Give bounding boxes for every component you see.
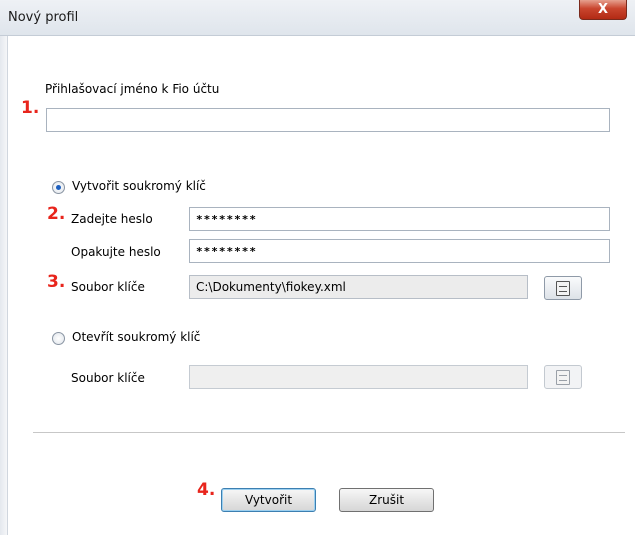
step-marker-4: 4. [197,480,216,500]
window-left-border [0,36,8,535]
cancel-button[interactable]: Zrušit [339,488,434,512]
password-value: ******** [196,212,257,226]
open-key-file-path [189,365,528,389]
title-bar: Nový profil X [0,0,635,36]
repeat-password-input[interactable]: ******** [189,239,610,263]
step-marker-1: 1. [21,98,40,118]
key-file-label: Soubor klíče [71,280,145,294]
open-key-label: Otevřít soukromý klíč [72,330,201,344]
repeat-password-value: ******** [196,244,257,258]
create-button[interactable]: Vytvořit [221,488,316,512]
dialog-body: Přihlašovací jméno k Fio účtu 1. Vytvoři… [9,36,635,535]
close-icon: X [597,2,609,17]
step-marker-3: 3. [47,272,66,292]
login-input[interactable] [46,108,610,132]
step-marker-2: 2. [47,204,66,224]
window-title: Nový profil [8,10,79,25]
password-input[interactable]: ******** [189,207,610,231]
browse-key-file-button[interactable] [544,276,582,300]
file-cabinet-icon [556,369,570,385]
password-label: Zadejte heslo [71,212,153,226]
close-button[interactable]: X [579,0,627,20]
open-key-radio[interactable] [52,332,65,345]
repeat-password-label: Opakujte heslo [71,245,161,259]
create-key-label: Vytvořit soukromý klíč [72,179,206,193]
create-key-radio[interactable] [52,181,65,194]
browse-open-key-button [544,365,582,389]
login-label: Přihlašovací jméno k Fio účtu [45,82,220,96]
divider [33,432,625,434]
file-cabinet-icon [556,280,570,296]
key-file-value: C:\Dokumenty\fiokey.xml [196,280,346,294]
open-key-file-label: Soubor klíče [71,371,145,385]
key-file-path: C:\Dokumenty\fiokey.xml [189,275,528,299]
